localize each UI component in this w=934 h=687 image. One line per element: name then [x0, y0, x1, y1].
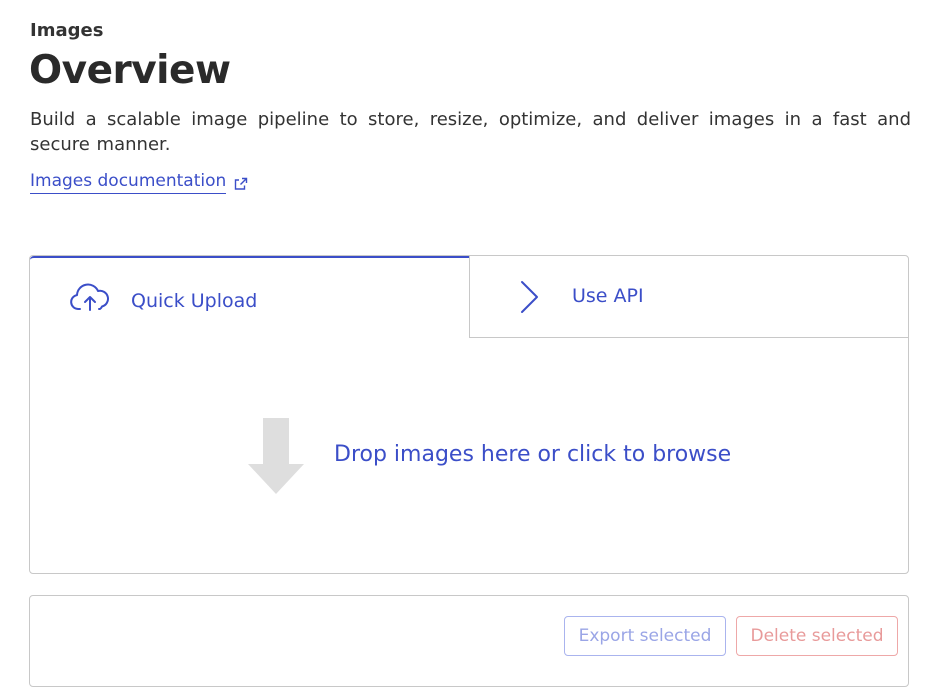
- down-arrow-icon: [248, 418, 304, 494]
- section-label: Images: [30, 20, 104, 41]
- export-selected-button[interactable]: Export selected: [564, 616, 726, 656]
- page-description: Build a scalable image pipeline to store…: [30, 109, 911, 155]
- tab-quick-upload-label: Quick Upload: [131, 290, 258, 312]
- tab-use-api-label: Use API: [572, 284, 644, 307]
- images-documentation-link[interactable]: Images documentation: [30, 171, 248, 194]
- external-link-icon: [234, 176, 248, 190]
- delete-selected-button[interactable]: Delete selected: [736, 616, 898, 656]
- tab-quick-upload[interactable]: Quick Upload: [30, 256, 469, 338]
- upload-card: Quick Upload Use API Drop images here or…: [29, 255, 909, 574]
- images-list-card: Export selected Delete selected: [29, 595, 909, 687]
- page-title: Overview: [29, 48, 231, 93]
- image-dropzone[interactable]: Drop images here or click to browse: [30, 338, 908, 573]
- dropzone-text: Drop images here or click to browse: [334, 442, 732, 467]
- tab-use-api[interactable]: Use API: [469, 256, 908, 338]
- cloud-upload-icon: [69, 283, 111, 313]
- doc-link-label: Images documentation: [30, 171, 227, 194]
- chevron-right-icon: [518, 279, 542, 315]
